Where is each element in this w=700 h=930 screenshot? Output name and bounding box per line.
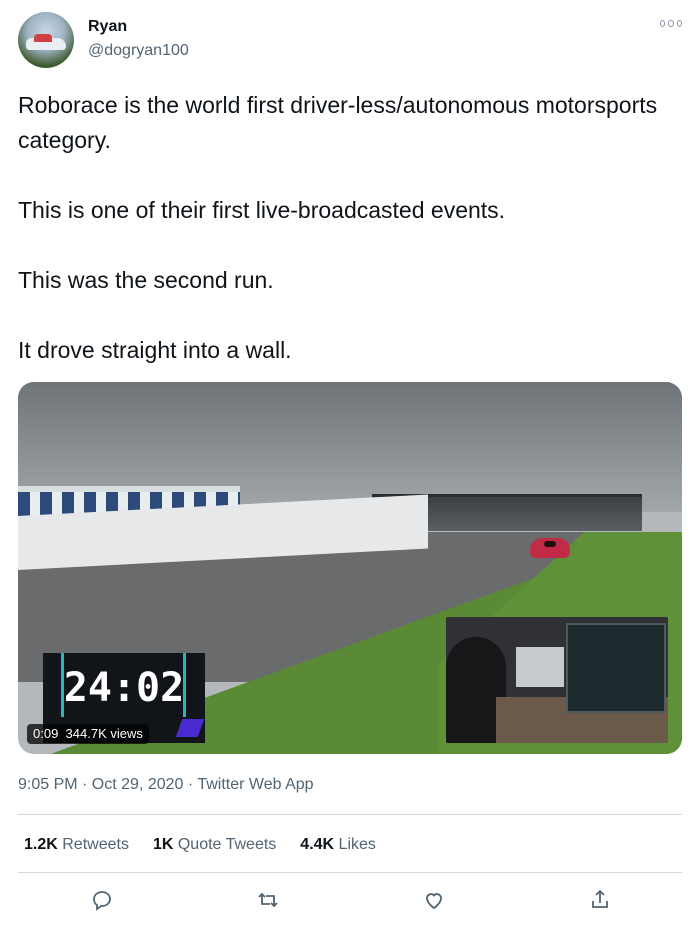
broadcast-logo-icon [175, 719, 205, 737]
retweets-stat[interactable]: 1.2K Retweets [24, 836, 129, 854]
author-name[interactable]: Ryan [88, 18, 127, 36]
likes-stat[interactable]: 4.4K Likes [300, 836, 376, 854]
avatar[interactable] [18, 12, 74, 68]
video-time-elapsed: 0:09 [33, 726, 59, 741]
quote-count: 1K [152, 836, 174, 853]
video-race-car [530, 538, 570, 558]
divider-bottom [18, 872, 682, 873]
tweet-stats: 1.2K Retweets 1K Quote Tweets 4.4K Likes [24, 836, 376, 854]
tweet-text: Roborace is the world first driver-less/… [18, 92, 658, 363]
video-player[interactable]: 24:02 0:09 344.7K views [18, 382, 682, 754]
tweet-timestamp[interactable]: 9:05 PM · Oct 29, 2020 · Twitter Web App [18, 776, 314, 794]
more-options-icon[interactable] [660, 20, 682, 30]
video-info-badge: 0:09 344.7K views [27, 724, 149, 744]
video-views: 344.7K views [65, 726, 143, 741]
tweet-header: Ryan @dogryan100 [18, 12, 682, 70]
divider-top [18, 814, 682, 815]
author-handle[interactable]: @dogryan100 [88, 42, 189, 60]
share-icon[interactable] [588, 888, 612, 912]
quote-label: Quote Tweets [177, 836, 277, 853]
likes-label: Likes [338, 836, 376, 853]
retweets-count: 1.2K [24, 836, 58, 853]
avatar-car-top [34, 34, 52, 42]
retweets-label: Retweets [62, 836, 129, 853]
reply-icon[interactable] [90, 888, 114, 912]
video-timer: 24:02 [63, 665, 185, 711]
video-pip-control-room [446, 617, 668, 743]
likes-count: 4.4K [300, 836, 335, 853]
quote-tweets-stat[interactable]: 1K Quote Tweets [153, 836, 276, 854]
retweet-icon[interactable] [256, 888, 280, 912]
tweet-actions [18, 888, 682, 918]
like-icon[interactable] [422, 888, 446, 912]
